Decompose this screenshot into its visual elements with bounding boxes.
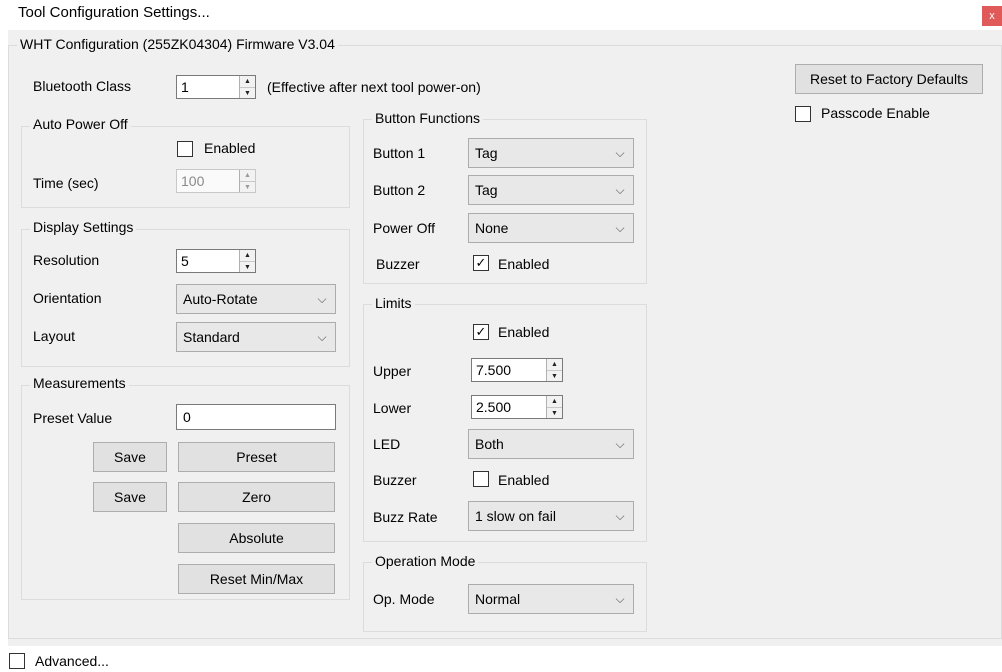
led-value: Both	[475, 436, 504, 452]
spin-up-icon[interactable]: ▲	[240, 76, 255, 88]
orientation-dropdown[interactable]: Auto-Rotate ⌵	[176, 284, 336, 314]
close-button[interactable]: x	[982, 6, 1002, 26]
upper-spinner[interactable]: 7.500 ▲ ▼	[471, 358, 563, 382]
lower-label: Lower	[373, 400, 412, 416]
window-title: Tool Configuration Settings...	[18, 4, 210, 21]
auto-power-off-group	[21, 126, 350, 208]
button-buzzer-enabled-label: Enabled	[498, 256, 550, 272]
led-label: LED	[373, 436, 401, 452]
close-icon: x	[989, 10, 995, 22]
measurements-title: Measurements	[30, 375, 129, 391]
orientation-value: Auto-Rotate	[183, 291, 258, 307]
preset-value-text: 0	[183, 409, 191, 425]
buzz-rate-dropdown[interactable]: 1 slow on fail ⌵	[468, 501, 634, 531]
auto-power-off-enabled-label: Enabled	[204, 140, 256, 156]
op-mode-label: Op. Mode	[373, 591, 435, 607]
preset-button[interactable]: Preset	[178, 442, 335, 472]
chevron-down-icon: ⌵	[615, 220, 625, 235]
chevron-down-icon: ⌵	[615, 145, 625, 160]
button1-dropdown[interactable]: Tag ⌵	[468, 138, 634, 168]
time-sec-spinner[interactable]: 100 ▲ ▼	[176, 169, 256, 193]
spin-down-icon[interactable]: ▼	[547, 408, 562, 418]
display-settings-title: Display Settings	[30, 219, 137, 235]
spin-up-icon[interactable]: ▲	[547, 396, 562, 408]
resolution-value: 5	[181, 253, 189, 269]
buzz-rate-value: 1 slow on fail	[475, 508, 556, 524]
advanced-label: Advanced...	[35, 653, 109, 669]
operation-mode-title: Operation Mode	[372, 553, 479, 569]
layout-label: Layout	[33, 328, 76, 344]
op-mode-dropdown[interactable]: Normal ⌵	[468, 584, 634, 614]
button-buzzer-checkbox[interactable]: ✓	[473, 255, 489, 271]
bluetooth-class-spinner[interactable]: 1 ▲ ▼	[176, 75, 256, 99]
spin-up-icon[interactable]: ▲	[547, 359, 562, 371]
limits-buzzer-label: Buzzer	[373, 472, 417, 488]
chevron-down-icon: ⌵	[615, 508, 625, 523]
chevron-down-icon: ⌵	[615, 182, 625, 197]
upper-value: 7.500	[476, 362, 512, 378]
check-icon: ✓	[475, 255, 487, 270]
upper-label: Upper	[373, 363, 412, 379]
limits-enabled-checkbox[interactable]: ✓	[473, 324, 489, 340]
auto-power-off-checkbox[interactable]	[177, 141, 193, 157]
layout-value: Standard	[183, 329, 240, 345]
power-off-value: None	[475, 220, 509, 236]
spin-down-icon[interactable]: ▼	[240, 88, 255, 98]
buzz-rate-label: Buzz Rate	[373, 509, 438, 525]
spin-down-icon[interactable]: ▼	[547, 371, 562, 381]
advanced-checkbox[interactable]	[9, 653, 25, 669]
led-dropdown[interactable]: Both ⌵	[468, 429, 634, 459]
bluetooth-class-value: 1	[181, 79, 189, 95]
button1-value: Tag	[475, 145, 498, 161]
spin-down-icon[interactable]: ▼	[240, 182, 255, 192]
button2-dropdown[interactable]: Tag ⌵	[468, 175, 634, 205]
save-zero-button[interactable]: Save	[93, 482, 167, 512]
button1-label: Button 1	[373, 145, 426, 161]
button-functions-title: Button Functions	[372, 110, 484, 126]
lower-value: 2.500	[476, 399, 512, 415]
limits-enabled-label: Enabled	[498, 324, 550, 340]
power-off-dropdown[interactable]: None ⌵	[468, 213, 634, 243]
reset-to-factory-defaults-button[interactable]: Reset to Factory Defaults	[795, 64, 983, 94]
preset-value-label: Preset Value	[33, 410, 113, 426]
limits-title: Limits	[372, 295, 415, 311]
power-off-label: Power Off	[373, 220, 435, 236]
preset-value-input[interactable]: 0	[176, 404, 336, 430]
button2-value: Tag	[475, 182, 498, 198]
passcode-enable-checkbox[interactable]	[795, 106, 811, 122]
limits-buzzer-checkbox[interactable]	[473, 471, 489, 487]
orientation-label: Orientation	[33, 290, 102, 306]
spin-up-icon[interactable]: ▲	[240, 250, 255, 262]
op-mode-value: Normal	[475, 591, 521, 607]
time-sec-value: 100	[181, 173, 205, 189]
save-preset-button[interactable]: Save	[93, 442, 167, 472]
absolute-button[interactable]: Absolute	[178, 523, 335, 553]
bluetooth-class-label: Bluetooth Class	[33, 78, 132, 94]
buzzer-label: Buzzer	[376, 256, 420, 272]
time-sec-label: Time (sec)	[33, 175, 99, 191]
spin-up-icon[interactable]: ▲	[240, 170, 255, 182]
resolution-label: Resolution	[33, 252, 100, 268]
passcode-enable-label: Passcode Enable	[821, 105, 930, 121]
reset-min-max-button[interactable]: Reset Min/Max	[178, 564, 335, 594]
layout-dropdown[interactable]: Standard ⌵	[176, 322, 336, 352]
zero-button[interactable]: Zero	[178, 482, 335, 512]
chevron-down-icon: ⌵	[317, 291, 327, 306]
spin-down-icon[interactable]: ▼	[240, 262, 255, 272]
auto-power-off-title: Auto Power Off	[30, 116, 131, 132]
wht-configuration-title: WHT Configuration (255ZK04304) Firmware …	[17, 36, 338, 52]
bluetooth-note: (Effective after next tool power-on)	[267, 79, 481, 95]
limits-buzzer-enabled-label: Enabled	[498, 472, 550, 488]
chevron-down-icon: ⌵	[615, 436, 625, 451]
resolution-spinner[interactable]: 5 ▲ ▼	[176, 249, 256, 273]
lower-spinner[interactable]: 2.500 ▲ ▼	[471, 395, 563, 419]
chevron-down-icon: ⌵	[615, 591, 625, 606]
button2-label: Button 2	[373, 182, 426, 198]
check-icon: ✓	[475, 324, 487, 339]
chevron-down-icon: ⌵	[317, 329, 327, 344]
